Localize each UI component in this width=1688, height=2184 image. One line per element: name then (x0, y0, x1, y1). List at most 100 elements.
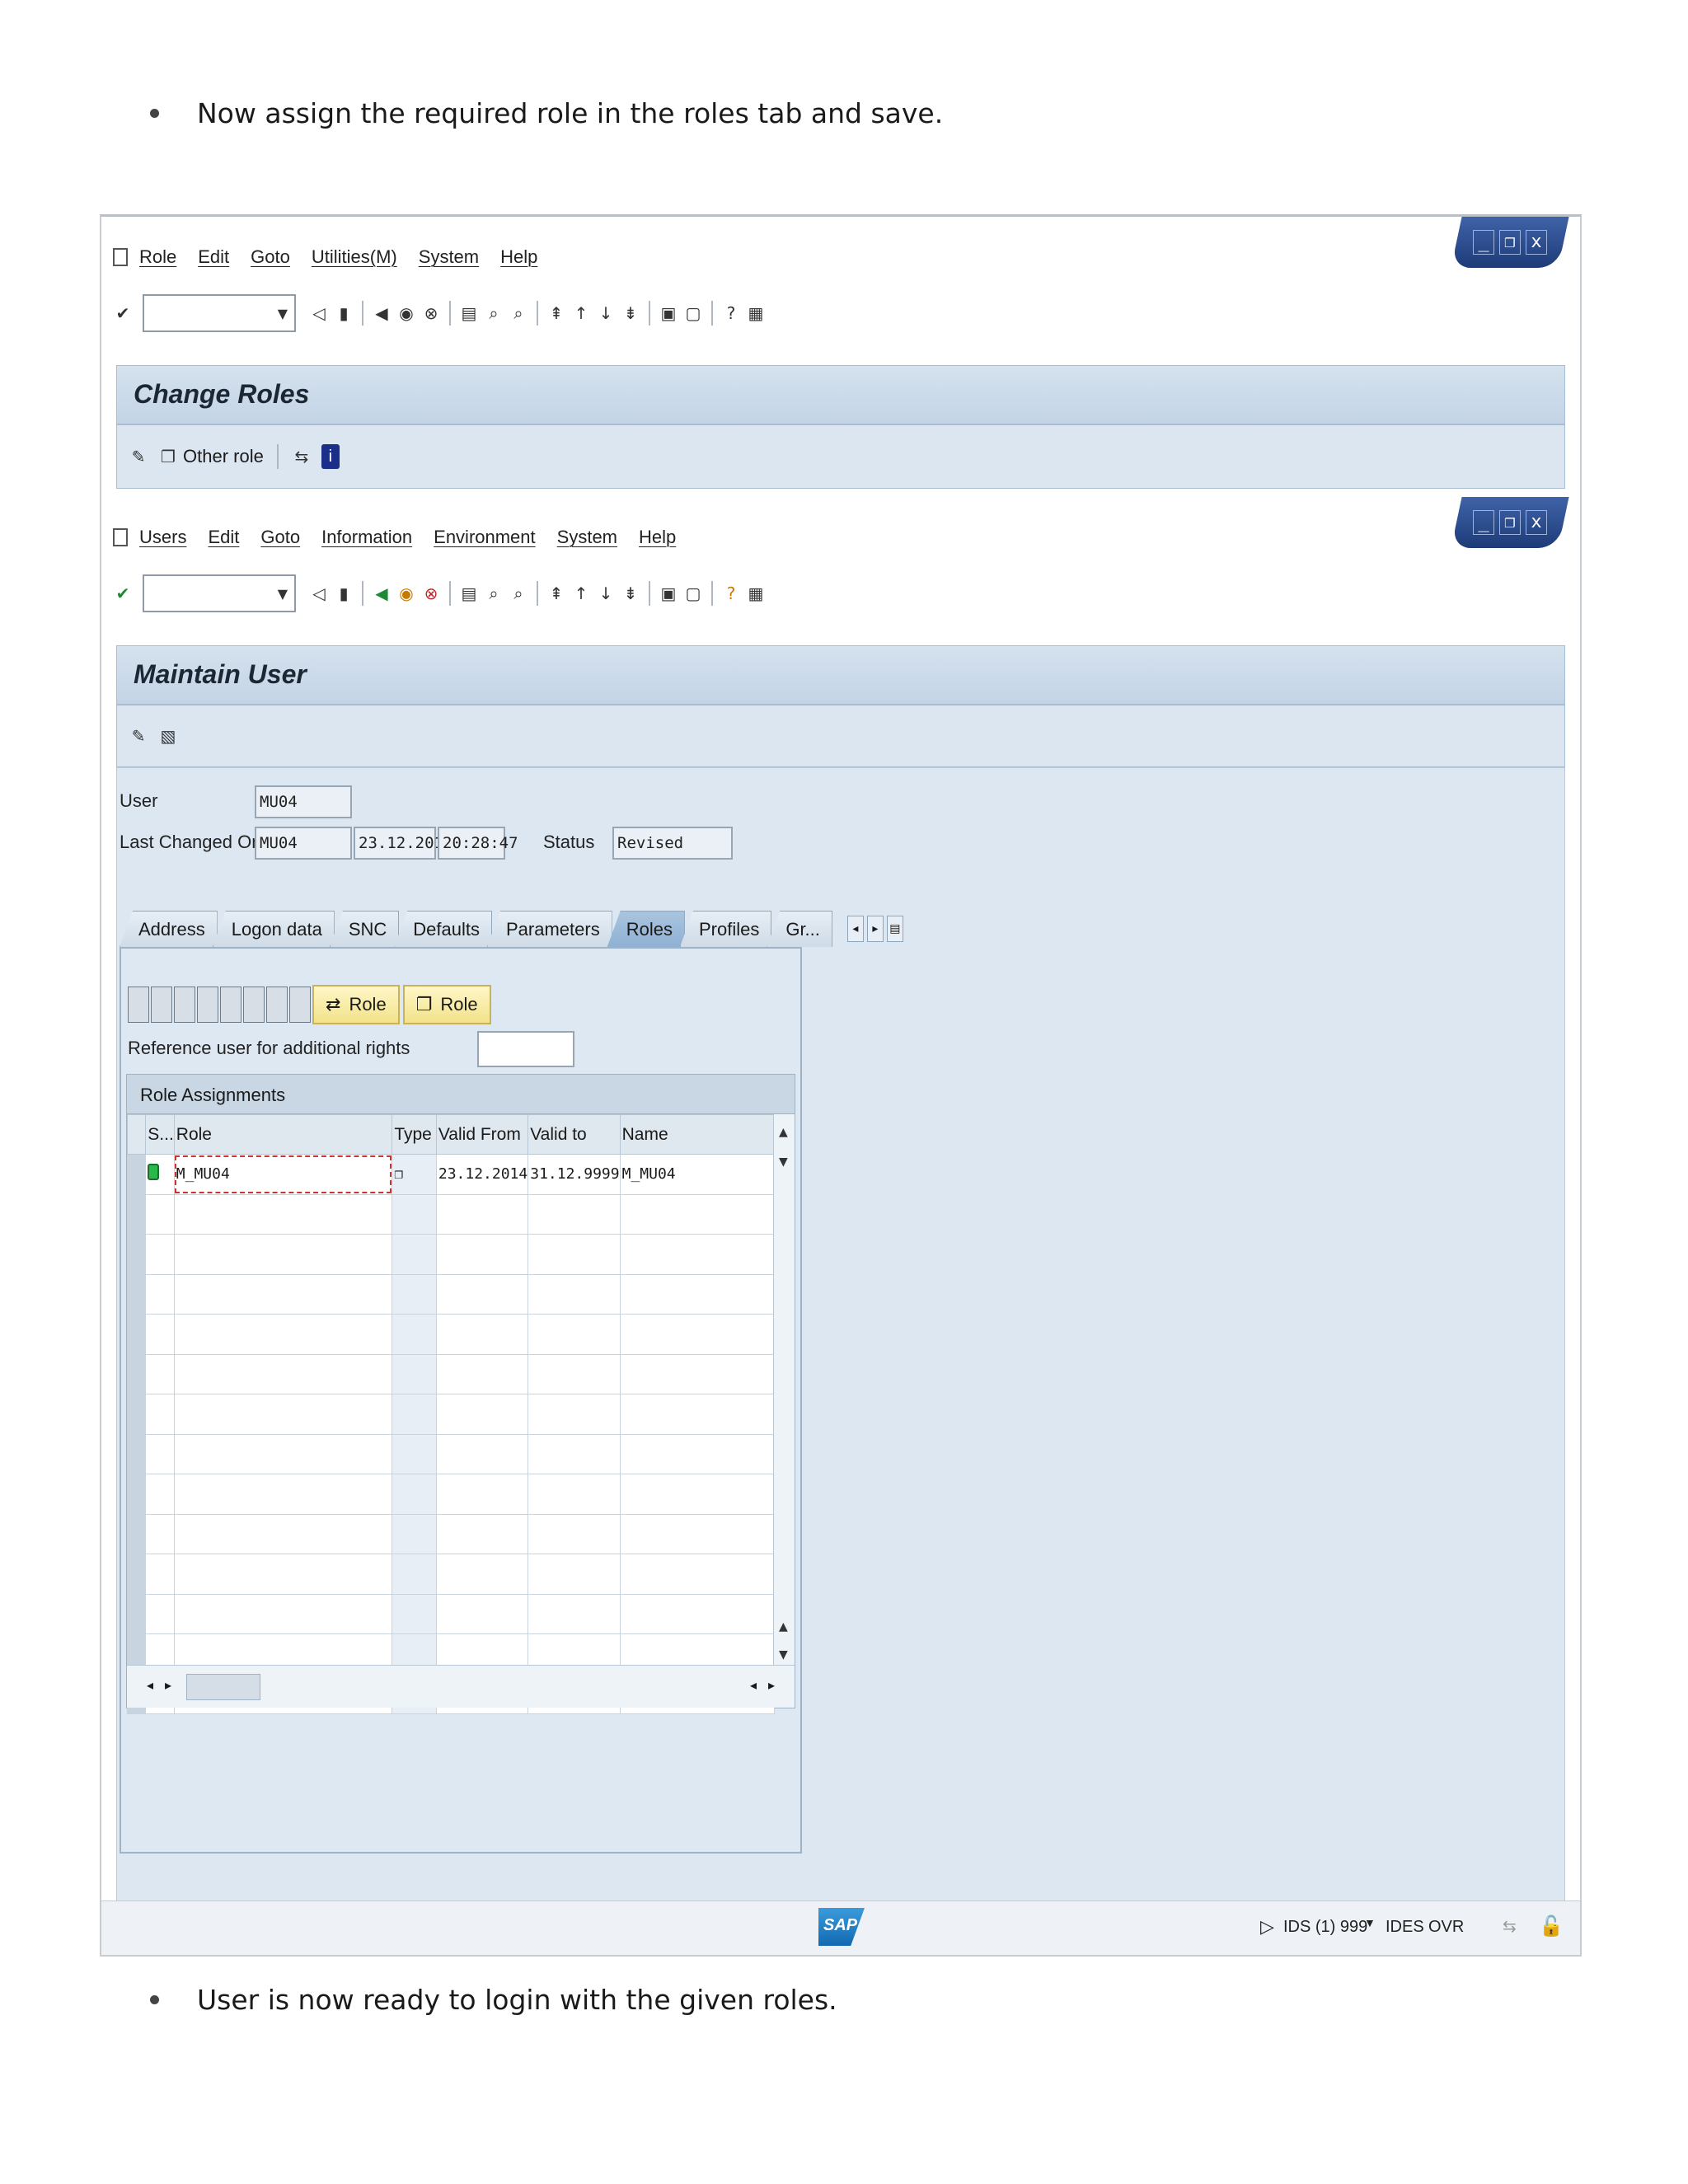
col-role[interactable]: Role (173, 1114, 393, 1155)
display-change-icon[interactable]: ✎ (129, 444, 148, 469)
first-page-icon[interactable]: ⇞ (546, 301, 566, 326)
cancel-icon[interactable]: ⊗ (421, 301, 441, 326)
tab-scroll-left-icon[interactable]: ◂ (846, 916, 864, 942)
scroll-left-icon[interactable]: ◂ (147, 1677, 153, 1693)
role-cell[interactable] (173, 1474, 393, 1515)
vertical-scrollbar[interactable]: ▲ ▼ ▲ ▼ (773, 1114, 795, 1666)
help-icon[interactable]: ? (721, 581, 741, 606)
menu-goto[interactable]: Goto (260, 527, 300, 548)
row-selector[interactable] (126, 1234, 147, 1275)
role-cell[interactable] (173, 1554, 393, 1595)
menu-environment[interactable]: Environment (434, 527, 536, 548)
last-page-icon[interactable]: ⇟ (621, 581, 640, 606)
scroll-left-end-icon[interactable]: ◂ (750, 1677, 757, 1693)
last-page-icon[interactable]: ⇟ (621, 301, 640, 326)
valid-to-cell[interactable] (528, 1513, 621, 1554)
layout-menu-icon[interactable]: ▦ (746, 301, 766, 326)
menu-goto[interactable]: Goto (251, 246, 290, 268)
print-icon[interactable]: ▤ (459, 301, 479, 326)
valid-to-cell[interactable] (528, 1433, 621, 1474)
minimize-icon[interactable]: _ (1473, 510, 1494, 535)
valid-to-cell[interactable] (528, 1554, 621, 1595)
help-icon[interactable]: ? (721, 301, 741, 326)
tab-groups[interactable]: Gr... (767, 911, 832, 947)
role-cell[interactable] (173, 1353, 393, 1394)
back-icon[interactable]: ◀ (372, 581, 392, 606)
menu-edit[interactable]: Edit (208, 527, 239, 548)
menu-information[interactable]: Information (321, 527, 412, 548)
menu-utilities[interactable]: Utilities(M) (312, 246, 397, 268)
menu-role[interactable]: Role (139, 246, 176, 268)
tab-parameters[interactable]: Parameters (487, 911, 612, 947)
role-cell[interactable] (173, 1513, 393, 1554)
reference-user-field[interactable] (477, 1031, 574, 1067)
col-valid-from[interactable]: Valid From (435, 1114, 529, 1155)
role-cell[interactable] (173, 1234, 393, 1275)
row-selector[interactable] (126, 1154, 147, 1195)
table-row[interactable] (126, 1234, 776, 1275)
system-dropdown-icon[interactable]: ▼ (1364, 1916, 1376, 1929)
valid-to-cell[interactable] (528, 1273, 621, 1315)
row-selector-header[interactable] (126, 1114, 147, 1155)
menu-system[interactable]: System (557, 527, 617, 548)
restore-icon[interactable]: ❐ (1499, 230, 1521, 255)
command-field[interactable]: ▼ (143, 574, 296, 612)
role-cell[interactable] (173, 1394, 393, 1435)
col-type[interactable]: Type (392, 1114, 437, 1155)
close-icon[interactable]: x (1526, 510, 1547, 535)
valid-from-cell[interactable] (435, 1353, 529, 1394)
col-status[interactable]: S... (145, 1114, 175, 1155)
shortcut-icon[interactable]: ▢ (683, 581, 703, 606)
user-doc-icon[interactable]: ▧ (158, 724, 178, 748)
tab-address[interactable]: Address (120, 911, 218, 947)
table-row[interactable] (126, 1474, 776, 1515)
scroll-up-icon[interactable]: ▲ (779, 1126, 788, 1139)
row-selector[interactable] (126, 1314, 147, 1355)
display-change-icon[interactable]: ✎ (129, 724, 148, 748)
prev-page-icon[interactable]: ↑ (571, 581, 591, 606)
valid-from-cell[interactable] (435, 1513, 529, 1554)
table-row[interactable] (126, 1394, 776, 1435)
row-selector[interactable] (126, 1353, 147, 1394)
menu-system[interactable]: System (419, 246, 479, 268)
menu-icon[interactable] (113, 528, 128, 546)
row-selector[interactable] (126, 1433, 147, 1474)
back-arrow-icon[interactable]: ◁ (309, 301, 329, 326)
close-icon[interactable]: x (1526, 230, 1547, 255)
role-cell[interactable] (173, 1314, 393, 1355)
role-cell[interactable] (173, 1433, 393, 1474)
table-row[interactable] (126, 1193, 776, 1235)
tab-profiles[interactable]: Profiles (679, 911, 772, 947)
restore-icon[interactable]: ❐ (1499, 510, 1521, 535)
valid-from-cell[interactable] (435, 1234, 529, 1275)
new-session-icon[interactable]: ▣ (659, 581, 678, 606)
role-cell[interactable]: M_MU04 (173, 1154, 393, 1195)
role-cell[interactable] (173, 1273, 393, 1315)
valid-to-cell[interactable] (528, 1474, 621, 1515)
scroll-thumb[interactable] (186, 1674, 260, 1700)
insert-mode[interactable]: OVR (1428, 1918, 1464, 1937)
valid-from-cell[interactable] (435, 1433, 529, 1474)
tab-roles[interactable]: Roles (607, 911, 685, 947)
valid-from-cell[interactable] (435, 1314, 529, 1355)
find-icon[interactable] (266, 987, 288, 1023)
hierarchy-icon[interactable]: ⇆ (292, 444, 312, 469)
row-selector[interactable] (126, 1394, 147, 1435)
tab-list-icon[interactable]: ▤ (886, 916, 903, 942)
table-row[interactable] (126, 1593, 776, 1634)
save-icon[interactable]: ▮ (334, 301, 354, 326)
next-page-icon[interactable]: ↓ (596, 301, 616, 326)
exit-icon[interactable]: ◉ (396, 301, 416, 326)
menu-users[interactable]: Users (139, 527, 186, 548)
table-row[interactable] (126, 1273, 776, 1315)
user-field[interactable]: MU04 (255, 785, 352, 818)
minimize-icon[interactable]: _ (1473, 230, 1494, 255)
row-selector[interactable] (126, 1273, 147, 1315)
find-next-icon[interactable] (289, 987, 311, 1023)
command-field[interactable]: ▼ (143, 294, 296, 332)
filter-icon[interactable] (243, 987, 265, 1023)
tab-defaults[interactable]: Defaults (394, 911, 492, 947)
layout-menu-icon[interactable]: ▦ (746, 581, 766, 606)
delete-row-icon[interactable] (174, 987, 195, 1023)
next-page-icon[interactable]: ↓ (596, 581, 616, 606)
